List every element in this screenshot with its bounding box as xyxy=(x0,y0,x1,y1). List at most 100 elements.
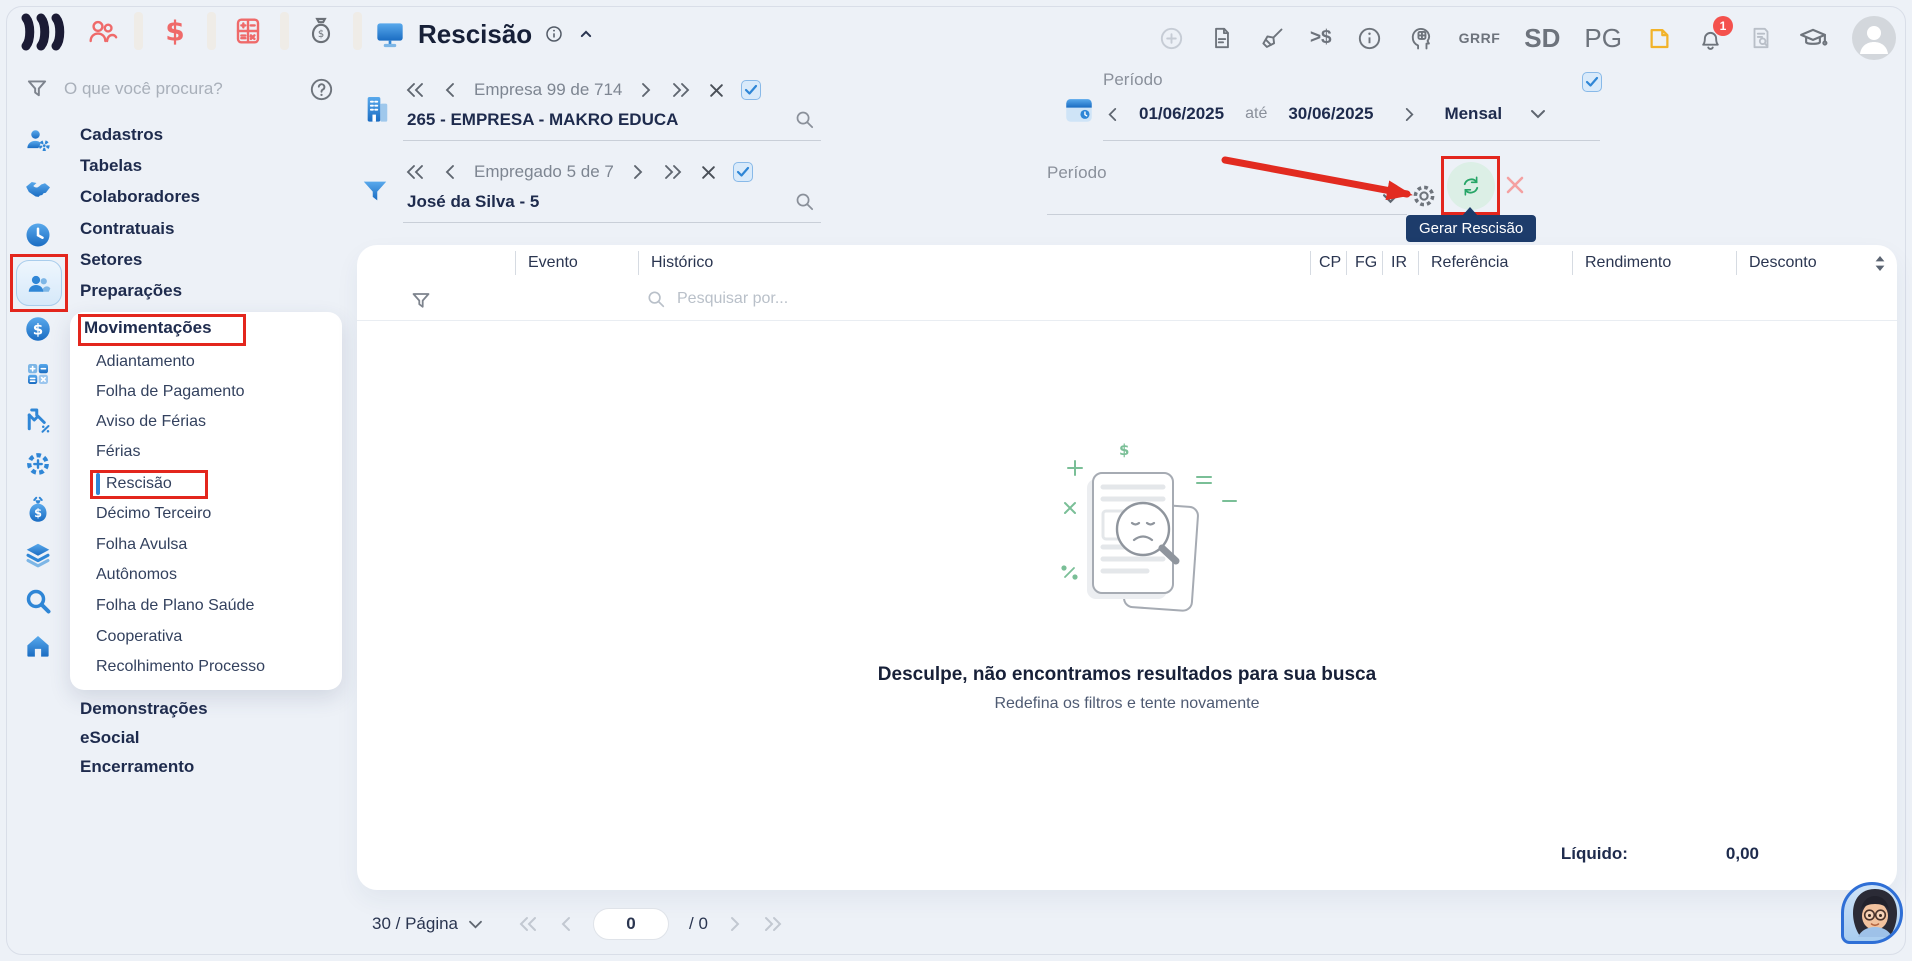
document-search-icon[interactable] xyxy=(1748,25,1774,51)
page-size-select[interactable]: 30 / Página xyxy=(372,914,483,934)
submenu-item-recolhimento[interactable]: Recolhimento Processo xyxy=(96,658,265,676)
submenu-item-autonomos[interactable]: Autônomos xyxy=(96,566,177,584)
payroll-assistant-icon[interactable] xyxy=(1407,24,1435,52)
user-avatar[interactable] xyxy=(1852,16,1896,60)
sidebar-icon-layers[interactable] xyxy=(23,540,53,570)
column-fg[interactable]: FG xyxy=(1346,251,1382,275)
clear-company-icon[interactable] xyxy=(709,83,724,98)
sidebar-icon-calculator[interactable] xyxy=(23,359,53,389)
next-employee-icon[interactable] xyxy=(631,164,645,180)
sidebar-icon-clock[interactable] xyxy=(23,220,53,250)
submenu-item-folha-avulsa[interactable]: Folha Avulsa xyxy=(96,536,187,554)
sidebar-icon-search[interactable] xyxy=(23,586,53,616)
assistant-avatar[interactable] xyxy=(1841,882,1903,944)
calculator-module-icon[interactable] xyxy=(232,15,264,47)
document-icon[interactable] xyxy=(1209,25,1235,51)
page-number-input[interactable] xyxy=(593,908,669,940)
help-icon[interactable] xyxy=(308,76,335,103)
search-input[interactable] xyxy=(64,79,294,99)
column-rendimento[interactable]: Rendimento xyxy=(1572,251,1736,275)
generate-termination-button[interactable] xyxy=(1447,162,1495,210)
sidebar-icon-gear[interactable] xyxy=(23,449,53,479)
submenu-item-aviso-ferias[interactable]: Aviso de Férias xyxy=(96,413,206,431)
graduation-cap-icon[interactable] xyxy=(1798,23,1828,53)
period-start-date[interactable]: 01/06/2025 xyxy=(1139,104,1224,124)
broom-icon[interactable] xyxy=(1259,25,1286,52)
period-end-date[interactable]: 30/06/2025 xyxy=(1288,104,1373,124)
submenu-item-decimo-terceiro[interactable]: Décimo Terceiro xyxy=(96,505,211,523)
sidebar-icon-finance[interactable]: $ xyxy=(23,314,53,344)
table-filter-icon[interactable] xyxy=(409,289,433,313)
money-transfer-icon[interactable]: >$ xyxy=(1310,27,1332,49)
sd-icon[interactable]: SD xyxy=(1524,23,1560,54)
note-icon[interactable] xyxy=(1646,25,1673,52)
notifications-bell-icon[interactable]: 1 xyxy=(1697,25,1724,52)
grrf-icon[interactable]: GRRF xyxy=(1459,30,1501,46)
submenu-item-adiantamento[interactable]: Adiantamento xyxy=(96,353,195,371)
column-desconto[interactable]: Desconto xyxy=(1736,251,1862,275)
sidebar-item-colaboradores-active[interactable] xyxy=(16,260,62,306)
first-employee-icon[interactable] xyxy=(404,164,426,180)
submenu-item-folha-pagamento[interactable]: Folha de Pagamento xyxy=(96,383,245,401)
filter-funnel-icon[interactable] xyxy=(24,76,50,102)
column-evento[interactable]: Evento xyxy=(515,251,638,275)
sidebar-item-preparacoes[interactable]: Preparações xyxy=(80,281,182,301)
finance-module-icon[interactable]: $ xyxy=(159,15,191,47)
company-search-icon[interactable] xyxy=(793,108,816,131)
prev-company-icon[interactable] xyxy=(443,82,457,98)
sidebar-item-cadastros[interactable]: Cadastros xyxy=(80,125,163,145)
period-frequency-select[interactable]: Mensal xyxy=(1444,104,1502,124)
close-pink-icon[interactable] xyxy=(1504,174,1526,196)
sort-icon[interactable] xyxy=(1862,255,1897,272)
sidebar-icon-employees[interactable] xyxy=(23,125,53,155)
submenu-item-rescisao[interactable]: Rescisão xyxy=(106,475,172,493)
employee-value[interactable]: José da Silva - 5 xyxy=(407,192,539,212)
prev-period-icon[interactable] xyxy=(1106,107,1119,122)
sidebar-item-setores[interactable]: Setores xyxy=(80,250,142,270)
company-value[interactable]: 265 - EMPRESA - MAKRO EDUCA xyxy=(407,110,678,130)
info-icon[interactable] xyxy=(544,24,564,44)
period-checkbox[interactable] xyxy=(1582,72,1602,92)
sidebar-item-tabelas[interactable]: Tabelas xyxy=(80,156,142,176)
table-search-input[interactable] xyxy=(677,290,897,308)
prev-employee-icon[interactable] xyxy=(443,164,457,180)
info-circle-icon[interactable] xyxy=(1356,25,1383,52)
collapse-chevron-up-icon[interactable] xyxy=(576,24,596,44)
sidebar-item-encerramento[interactable]: Encerramento xyxy=(80,757,194,777)
sidebar-item-colaboradores[interactable]: Colaboradores xyxy=(80,187,200,207)
last-page-icon[interactable] xyxy=(762,916,784,932)
sidebar-icon-raise[interactable] xyxy=(23,405,53,435)
people-module-icon[interactable] xyxy=(86,15,118,47)
first-page-icon[interactable] xyxy=(517,916,539,932)
employee-checkbox[interactable] xyxy=(733,162,753,182)
column-referencia[interactable]: Referência xyxy=(1418,251,1572,275)
sidebar-item-esocial[interactable]: eSocial xyxy=(80,728,140,748)
company-checkbox[interactable] xyxy=(741,80,761,100)
next-company-icon[interactable] xyxy=(639,82,653,98)
add-circle-icon[interactable] xyxy=(1158,25,1185,52)
submenu-item-plano-saude[interactable]: Folha de Plano Saúde xyxy=(96,597,254,615)
clear-employee-icon[interactable] xyxy=(701,165,716,180)
column-historico[interactable]: Histórico xyxy=(638,251,1310,275)
sidebar-icon-handshake[interactable] xyxy=(23,173,53,203)
frequency-chevron-down-icon[interactable] xyxy=(1530,108,1546,120)
employee-search-icon[interactable] xyxy=(793,190,816,213)
last-employee-icon[interactable] xyxy=(662,164,684,180)
pg-icon[interactable]: PG xyxy=(1584,23,1622,54)
next-period-icon[interactable] xyxy=(1403,107,1416,122)
sidebar-item-demonstracoes[interactable]: Demonstrações xyxy=(80,699,208,719)
next-page-icon[interactable] xyxy=(728,916,742,932)
sidebar-item-movimentacoes[interactable]: Movimentações xyxy=(84,318,212,338)
prev-page-icon[interactable] xyxy=(559,916,573,932)
last-company-icon[interactable] xyxy=(670,82,692,98)
column-ir[interactable]: IR xyxy=(1382,251,1418,275)
first-company-icon[interactable] xyxy=(404,82,426,98)
app-logo[interactable] xyxy=(20,12,66,52)
column-cp[interactable]: CP xyxy=(1310,251,1346,275)
submenu-item-ferias[interactable]: Férias xyxy=(96,443,140,461)
sidebar-icon-home[interactable] xyxy=(23,631,53,661)
moneybag-module-icon[interactable]: $ xyxy=(305,15,337,47)
submenu-item-cooperativa[interactable]: Cooperativa xyxy=(96,628,182,646)
sidebar-item-contratuais[interactable]: Contratuais xyxy=(80,219,174,239)
sidebar-icon-moneybag[interactable]: $ xyxy=(23,495,53,525)
